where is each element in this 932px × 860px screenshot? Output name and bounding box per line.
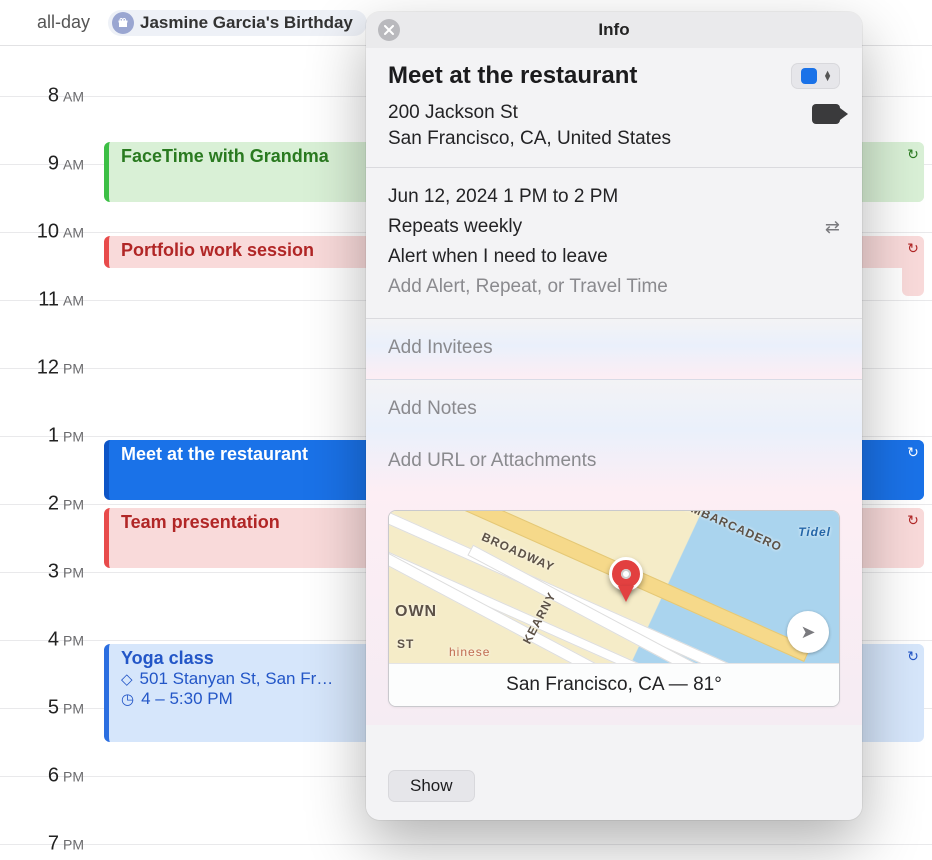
notes-url-section: Add Notes Add URL or Attachments bbox=[366, 380, 862, 492]
add-alert-repeat-travel[interactable]: Add Alert, Repeat, or Travel Time bbox=[388, 272, 840, 302]
location-row[interactable]: 200 Jackson St San Francisco, CA, United… bbox=[388, 100, 840, 151]
event-peek[interactable]: ↻ bbox=[902, 142, 924, 202]
location-line2: San Francisco, CA, United States bbox=[388, 126, 671, 152]
map-card[interactable]: BROADWAY EMBARCADERO KEARNY OWN ST Tidel… bbox=[388, 510, 840, 707]
popover-bottom-bar: Show bbox=[366, 758, 862, 820]
location-pin-icon bbox=[121, 669, 136, 689]
event-info-popover: Info Meet at the restaurant ▲▼ 200 Jacks… bbox=[366, 12, 862, 820]
all-day-event-title: Jasmine Garcia's Birthday bbox=[140, 13, 353, 33]
event-datetime[interactable]: Jun 12, 2024 1 PM to 2 PM bbox=[388, 182, 840, 212]
recurring-icon: ↻ bbox=[907, 240, 919, 296]
event-title-input[interactable]: Meet at the restaurant bbox=[388, 62, 781, 90]
add-notes[interactable]: Add Notes bbox=[388, 394, 840, 424]
event-alert[interactable]: Alert when I need to leave bbox=[388, 242, 840, 272]
invitees-section: Add Invitees bbox=[366, 319, 862, 380]
repeat-icon: ⇄ bbox=[825, 217, 840, 238]
all-day-event-pill[interactable]: Jasmine Garcia's Birthday bbox=[108, 10, 367, 36]
popover-title: Info bbox=[598, 20, 629, 40]
clock-icon bbox=[121, 689, 137, 709]
recurring-icon: ↻ bbox=[907, 146, 919, 202]
calendar-picker[interactable]: ▲▼ bbox=[791, 63, 840, 89]
street-label: Tidel bbox=[798, 525, 831, 539]
map-footer: San Francisco, CA — 81° bbox=[389, 663, 839, 706]
recurring-icon: ↻ bbox=[907, 512, 919, 568]
chevron-up-down-icon: ▲▼ bbox=[823, 71, 832, 81]
gift-icon bbox=[112, 12, 134, 34]
show-button[interactable]: Show bbox=[388, 770, 475, 802]
location-line1: 200 Jackson St bbox=[388, 100, 671, 126]
event-peek[interactable]: ↻ bbox=[902, 236, 924, 296]
map-section: BROADWAY EMBARCADERO KEARNY OWN ST Tidel… bbox=[366, 492, 862, 725]
map-canvas[interactable]: BROADWAY EMBARCADERO KEARNY OWN ST Tidel… bbox=[389, 511, 839, 663]
event-peek[interactable]: ↻ bbox=[902, 508, 924, 568]
street-label: hinese bbox=[449, 645, 490, 659]
event-repeat-row[interactable]: Repeats weekly ⇄ bbox=[388, 212, 840, 242]
popover-header: Info bbox=[366, 12, 862, 48]
close-button[interactable] bbox=[378, 19, 400, 41]
add-invitees[interactable]: Add Invitees bbox=[388, 333, 840, 363]
compass-icon[interactable]: ➤ bbox=[787, 611, 829, 653]
all-day-label: all-day bbox=[14, 12, 90, 33]
event-peek[interactable]: ↻ bbox=[902, 440, 924, 500]
calendar-color-swatch bbox=[801, 68, 817, 84]
recurring-icon: ↻ bbox=[907, 648, 919, 704]
street-label: OWN bbox=[395, 603, 437, 621]
event-peek[interactable]: ↻ bbox=[902, 644, 924, 704]
datetime-section: Jun 12, 2024 1 PM to 2 PM Repeats weekly… bbox=[366, 168, 862, 319]
video-call-icon[interactable] bbox=[812, 104, 840, 124]
title-location-section: Meet at the restaurant ▲▼ 200 Jackson St… bbox=[366, 48, 862, 168]
add-url-attachments[interactable]: Add URL or Attachments bbox=[388, 446, 840, 476]
street-label: ST bbox=[397, 637, 414, 651]
event-repeat: Repeats weekly bbox=[388, 216, 522, 238]
recurring-icon: ↻ bbox=[907, 444, 919, 500]
street-label: EMBARCADERO bbox=[681, 511, 784, 554]
